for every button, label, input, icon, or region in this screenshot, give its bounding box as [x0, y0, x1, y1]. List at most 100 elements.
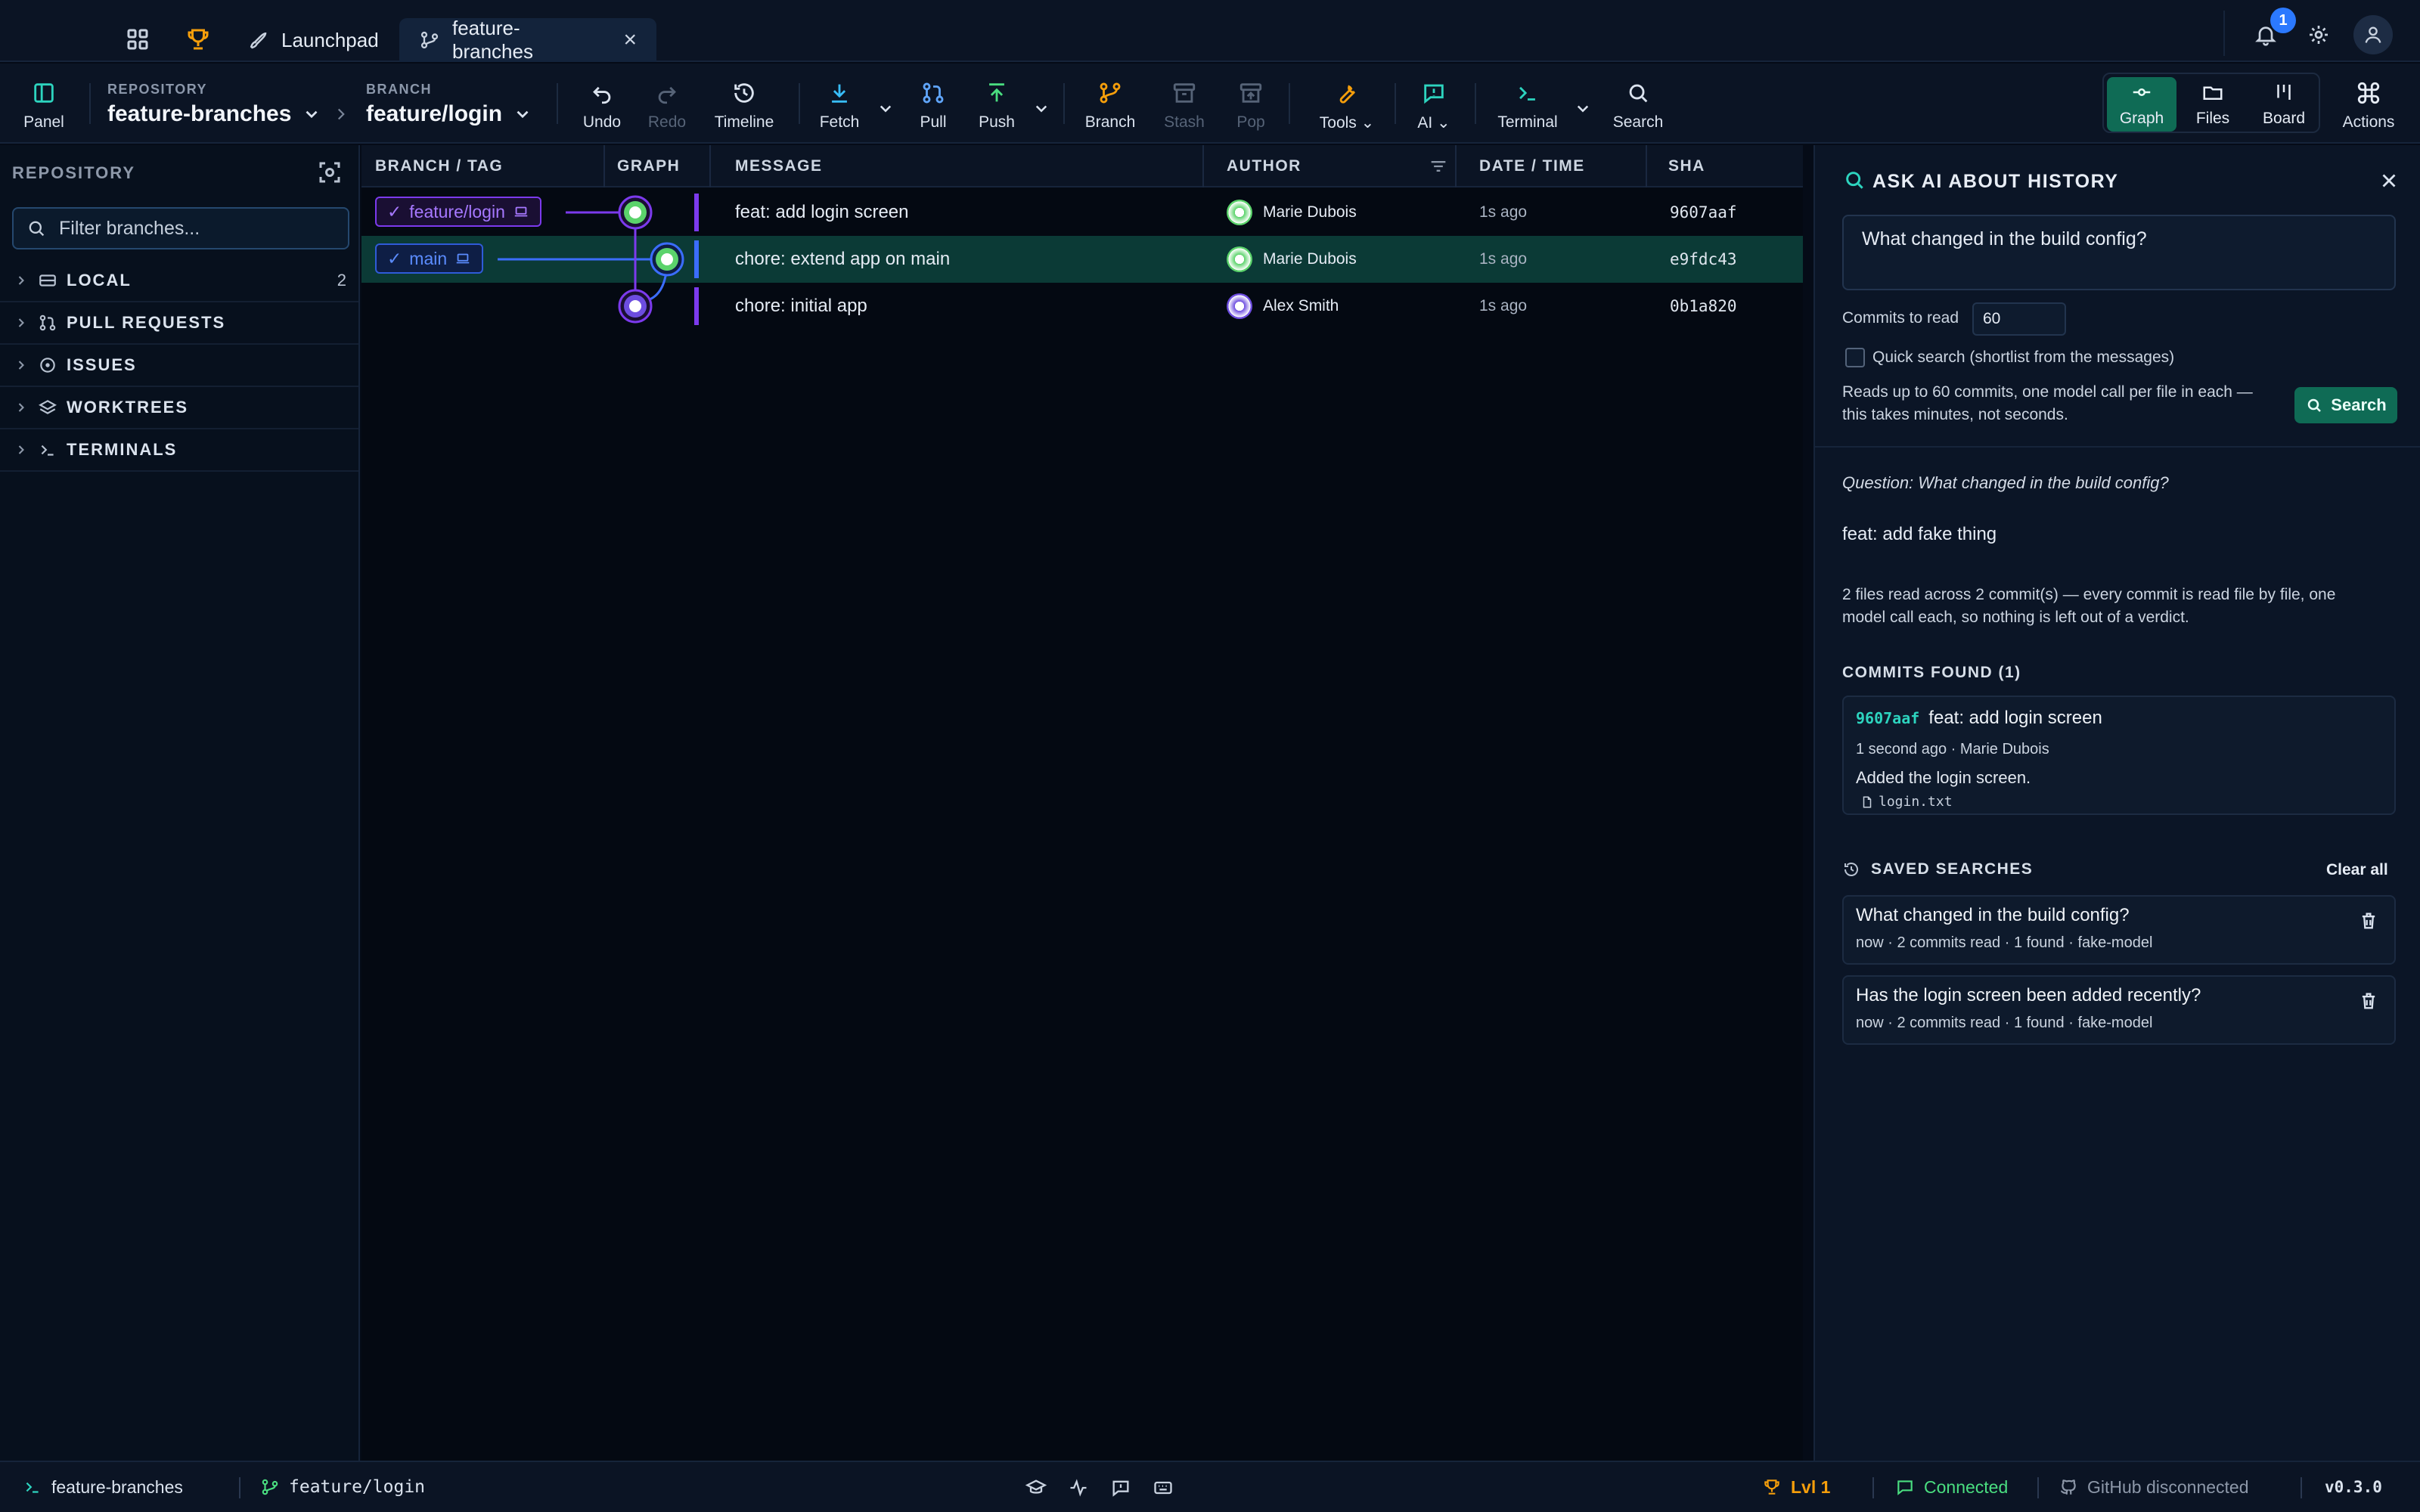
status-level[interactable]: Lvl 1: [1762, 1462, 1830, 1512]
saved-search-item[interactable]: Has the login screen been added recently…: [1842, 975, 2396, 1045]
undo-icon: [589, 80, 615, 106]
toolbar: Panel REPOSITORY feature-branches BRANCH…: [0, 64, 2420, 144]
clock-history-icon: [731, 80, 757, 106]
filter-icon[interactable]: [1428, 156, 1449, 177]
section-worktrees[interactable]: WORKTREES: [0, 387, 358, 429]
commit-graph: BRANCH / TAG GRAPH MESSAGE AUTHOR DATE /…: [361, 145, 1803, 1461]
stash-button[interactable]: Stash: [1148, 80, 1221, 132]
column-divider[interactable]: [1455, 145, 1457, 187]
search-icon: [1625, 80, 1651, 106]
section-local[interactable]: LOCAL 2: [0, 260, 358, 302]
column-header-graph[interactable]: GRAPH: [617, 157, 680, 175]
trash-icon[interactable]: [2358, 910, 2379, 931]
status-repo-label: feature-branches: [51, 1476, 183, 1497]
section-pull-requests[interactable]: PULL REQUESTS: [0, 302, 358, 345]
column-header-sha[interactable]: SHA: [1668, 157, 1705, 175]
branch-button[interactable]: Branch: [1074, 80, 1146, 132]
column-divider[interactable]: [1202, 145, 1204, 187]
close-icon[interactable]: [2378, 169, 2400, 192]
commits-to-read-label: Commits to read: [1842, 309, 1959, 327]
ai-answer: feat: add fake thing: [1842, 524, 1997, 544]
status-connection[interactable]: Connected: [1895, 1462, 2008, 1512]
column-header-branch[interactable]: BRANCH / TAG: [375, 157, 503, 175]
column-divider[interactable]: [709, 145, 711, 187]
commit-time: 1s ago: [1479, 250, 1528, 268]
column-header-date[interactable]: DATE / TIME: [1479, 157, 1585, 175]
commit-node[interactable]: [618, 195, 653, 230]
close-icon[interactable]: ×: [623, 27, 637, 53]
view-graph-button[interactable]: Graph: [2107, 77, 2176, 132]
status-github[interactable]: GitHub disconnected: [2059, 1462, 2249, 1512]
clear-all-button[interactable]: Clear all: [2326, 859, 2388, 881]
divider: [1815, 446, 2420, 448]
chevron-down-icon[interactable]: [1571, 97, 1594, 119]
ai-search-button[interactable]: Search: [2294, 387, 2397, 423]
chevron-down-icon[interactable]: [1030, 97, 1053, 119]
section-label: TERMINALS: [67, 440, 178, 459]
view-files-button[interactable]: Files: [2178, 77, 2248, 132]
terminal-icon: [1515, 80, 1540, 106]
tab-launchpad[interactable]: Launchpad: [227, 18, 393, 62]
status-branch[interactable]: feature/login: [260, 1462, 425, 1512]
pull-button[interactable]: Pull: [897, 80, 970, 132]
filter-branches-input[interactable]: Filter branches...: [12, 207, 349, 249]
trash-icon[interactable]: [2358, 990, 2379, 1012]
divider: [89, 83, 91, 124]
tab-label: Launchpad: [281, 28, 379, 51]
commit-node[interactable]: [650, 242, 684, 277]
redo-label: Redo: [647, 113, 687, 131]
focus-icon[interactable]: [316, 159, 343, 186]
ai-menu-button[interactable]: AI ⌄: [1398, 80, 1470, 132]
question-input[interactable]: What changed in the build config?: [1842, 215, 2396, 290]
graduation-cap-icon[interactable]: [1025, 1477, 1047, 1498]
column-divider[interactable]: [1646, 145, 1647, 187]
redo-button[interactable]: Redo: [631, 80, 703, 132]
tools-menu-button[interactable]: Tools ⌄: [1305, 80, 1388, 132]
branch-selector[interactable]: feature/login: [366, 101, 532, 127]
saved-search-item[interactable]: What changed in the build config? now · …: [1842, 895, 2396, 965]
terminal-button[interactable]: Terminal: [1490, 80, 1565, 132]
chevron-down-icon[interactable]: [874, 97, 897, 119]
view-board-button[interactable]: Board: [2249, 77, 2319, 132]
actions-button[interactable]: Actions: [2332, 80, 2405, 132]
search-button[interactable]: Search: [1602, 80, 1674, 132]
fetch-button[interactable]: Fetch: [803, 80, 876, 132]
panel-button[interactable]: Panel: [8, 80, 80, 132]
activity-icon[interactable]: [1068, 1477, 1089, 1498]
found-commit-card[interactable]: 9607aaf feat: add login screen 1 second …: [1842, 696, 2396, 815]
divider: [1395, 83, 1396, 124]
undo-button[interactable]: Undo: [566, 80, 638, 132]
file-chip[interactable]: login.txt: [1860, 794, 1953, 810]
user-icon[interactable]: [2353, 15, 2393, 54]
quick-search-checkbox[interactable]: [1845, 348, 1865, 367]
commit-sha: 9607aaf: [1670, 203, 1737, 222]
gear-icon[interactable]: [2299, 15, 2338, 54]
drive-icon: [38, 271, 57, 290]
grid-icon[interactable]: [124, 26, 151, 53]
section-issues[interactable]: ISSUES: [0, 345, 358, 387]
commit-node[interactable]: [618, 289, 653, 324]
status-repo[interactable]: feature-branches: [23, 1462, 183, 1512]
tab-feature-branches[interactable]: feature-branches ×: [399, 17, 656, 63]
column-divider[interactable]: [603, 145, 605, 187]
found-commit-sha[interactable]: 9607aaf: [1856, 709, 1919, 727]
commits-to-read-input[interactable]: 60: [1972, 302, 2066, 336]
push-button[interactable]: Push: [960, 80, 1033, 132]
timeline-button[interactable]: Timeline: [708, 80, 780, 132]
section-terminals[interactable]: TERMINALS: [0, 429, 358, 472]
board-icon: [2273, 81, 2295, 104]
search-icon: [2305, 396, 2323, 414]
keyboard-icon[interactable]: [1153, 1477, 1174, 1498]
author-name: Marie Dubois: [1263, 250, 1357, 268]
summary-line1: 2 files read across 2 commit(s) — every …: [1842, 586, 2336, 603]
message-icon[interactable]: [1110, 1477, 1131, 1498]
folder-icon: [2201, 81, 2224, 104]
panel-label: Panel: [23, 113, 64, 131]
trophy-icon[interactable]: [185, 26, 212, 53]
status-branch-label: feature/login: [289, 1477, 426, 1497]
column-header-message[interactable]: MESSAGE: [735, 157, 823, 175]
pop-button[interactable]: Pop: [1215, 80, 1287, 132]
repository-selector[interactable]: feature-branches: [107, 101, 321, 127]
column-header-author[interactable]: AUTHOR: [1227, 157, 1302, 175]
pull-request-icon: [38, 313, 57, 333]
